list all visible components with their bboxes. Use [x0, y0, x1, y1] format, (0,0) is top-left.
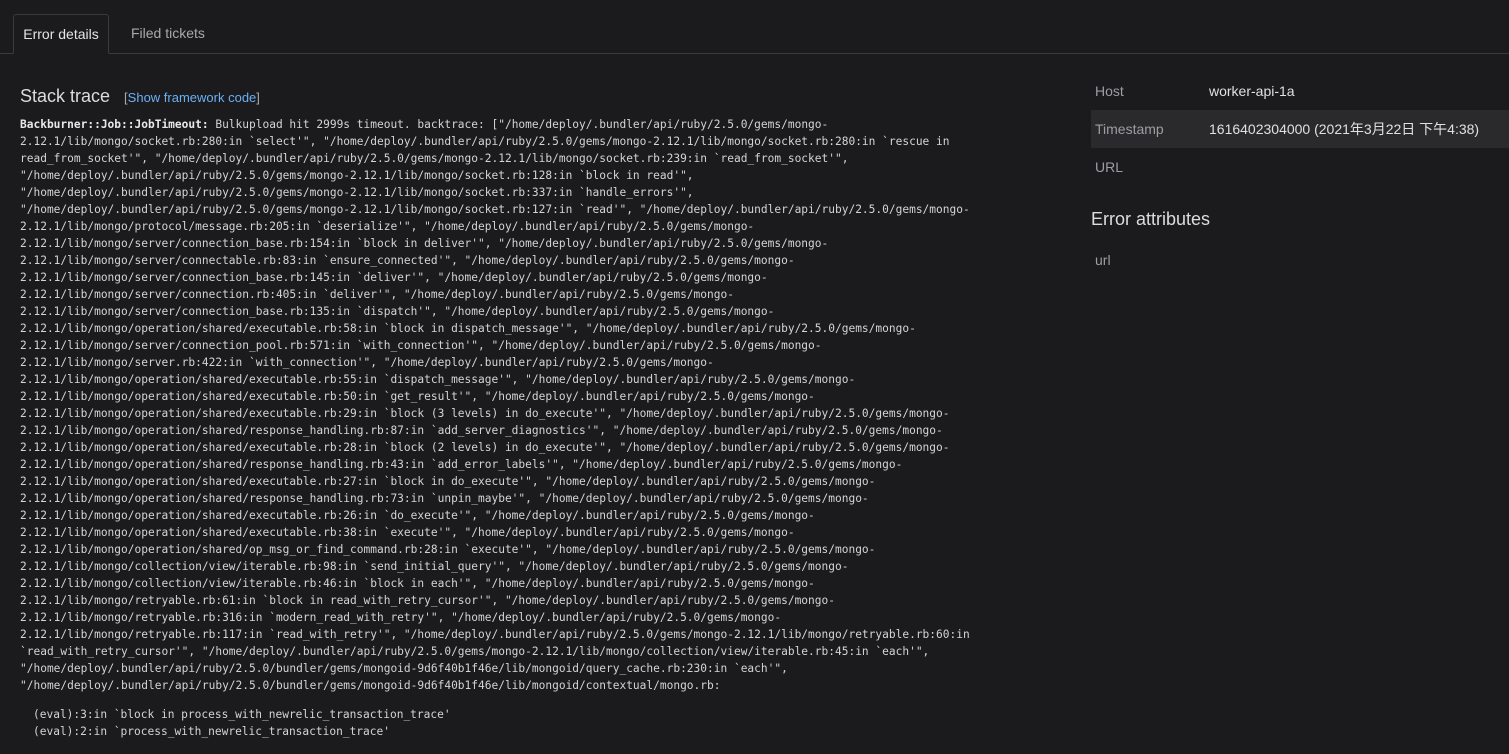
- trace-line: `read_with_retry_cursor'", "/home/deploy…: [20, 645, 930, 658]
- trace-line: 2.12.1/lib/mongo/server/connectable.rb:8…: [20, 254, 795, 267]
- trace-line: "/home/deploy/.bundler/api/ruby/2.5.0/bu…: [20, 662, 788, 675]
- show-framework-code-link[interactable]: Show framework code: [128, 90, 257, 105]
- detail-value: 1616402304000 (2021年3月22日 下午4:38): [1209, 121, 1480, 137]
- detail-key: Timestamp: [1095, 121, 1164, 137]
- trace-line: 2.12.1/lib/mongo/server/connection_base.…: [20, 305, 775, 318]
- trace-line: 2.12.1/lib/mongo/server/connection_base.…: [20, 271, 768, 284]
- stack-frame: (eval):3:in `block in process_with_newre…: [33, 708, 451, 721]
- trace-line: 2.12.1/lib/mongo/operation/shared/execut…: [20, 441, 950, 454]
- stack-trace-header: Stack trace [Show framework code]: [20, 86, 1070, 112]
- trace-line: 2.12.1/lib/mongo/server/connection_base.…: [20, 237, 829, 250]
- detail-key: URL: [1095, 159, 1124, 175]
- trace-line: 2.12.1/lib/mongo/socket.rb:280:in `selec…: [20, 135, 950, 148]
- stack-trace-text: Backburner::Job::JobTimeout: Bulkupload …: [20, 116, 1070, 694]
- trace-line: 2.12.1/lib/mongo/operation/shared/execut…: [20, 475, 876, 488]
- trace-line: 2.12.1/lib/mongo/operation/shared/execut…: [20, 509, 815, 522]
- detail-value: worker-api-1a: [1209, 83, 1295, 99]
- tab-bar: Error details Filed tickets: [0, 0, 1509, 54]
- stack-trace-title: Stack trace: [20, 86, 111, 106]
- trace-line: 2.12.1/lib/mongo/protocol/message.rb:205…: [20, 220, 755, 233]
- detail-row-host: Host worker-api-1a: [1091, 72, 1509, 110]
- tab-filed-tickets[interactable]: Filed tickets: [123, 14, 213, 53]
- framework-toggle: [Show framework code]: [124, 90, 260, 105]
- trace-line: 2.12.1/lib/mongo/operation/shared/execut…: [20, 373, 856, 386]
- trace-line: 2.12.1/lib/mongo/operation/shared/op_msg…: [20, 543, 876, 556]
- trace-line: 2.12.1/lib/mongo/retryable.rb:61:in `blo…: [20, 594, 835, 607]
- tab-error-details[interactable]: Error details: [13, 14, 109, 54]
- trace-line: 2.12.1/lib/mongo/retryable.rb:117:in `re…: [20, 628, 970, 641]
- trace-line: 2.12.1/lib/mongo/operation/shared/respon…: [20, 424, 943, 437]
- trace-line: 2.12.1/lib/mongo/operation/shared/execut…: [20, 407, 950, 420]
- trace-line: 2.12.1/lib/mongo/server.rb:422:in `with_…: [20, 356, 714, 369]
- error-attribute-row: url: [1091, 241, 1509, 279]
- details-panel: Host worker-api-1a Timestamp 16164023040…: [1091, 72, 1509, 279]
- trace-line: 2.12.1/lib/mongo/server/connection.rb:40…: [20, 288, 734, 301]
- trace-line: Backburner::Job::JobTimeout: Bulkupload …: [20, 116, 1070, 133]
- trace-line: 2.12.1/lib/mongo/retryable.rb:316:in `mo…: [20, 611, 782, 624]
- error-attribute-key: url: [1095, 252, 1111, 268]
- trace-line: 2.12.1/lib/mongo/server/connection_pool.…: [20, 339, 822, 352]
- trace-line: "/home/deploy/.bundler/api/ruby/2.5.0/ge…: [20, 186, 694, 199]
- trace-line: "/home/deploy/.bundler/api/ruby/2.5.0/bu…: [20, 679, 721, 692]
- trace-line: 2.12.1/lib/mongo/operation/shared/execut…: [20, 322, 916, 335]
- detail-row-timestamp: Timestamp 1616402304000 (2021年3月22日 下午4:…: [1091, 110, 1509, 148]
- stack-frame: (eval):2:in `process_with_newrelic_trans…: [33, 725, 390, 738]
- detail-row-url: URL: [1091, 148, 1509, 186]
- error-message: Bulkupload hit 2999s timeout. backtrace:…: [208, 118, 829, 131]
- trace-line: 2.12.1/lib/mongo/operation/shared/execut…: [20, 390, 815, 403]
- toggle-close-bracket: ]: [256, 90, 260, 105]
- trace-line: 2.12.1/lib/mongo/operation/shared/respon…: [20, 492, 869, 505]
- trace-line: 2.12.1/lib/mongo/operation/shared/execut…: [20, 526, 795, 539]
- trace-line: read_from_socket'", "/home/deploy/.bundl…: [20, 152, 849, 165]
- error-class: Backburner::Job::JobTimeout:: [20, 118, 209, 131]
- stack-trace-panel: Stack trace [Show framework code] Backbu…: [20, 86, 1070, 738]
- trace-line: 2.12.1/lib/mongo/operation/shared/respon…: [20, 458, 903, 471]
- trace-line: 2.12.1/lib/mongo/collection/view/iterabl…: [20, 577, 815, 590]
- stack-frames: (eval):3:in `block in process_with_newre…: [33, 706, 451, 740]
- trace-line: "/home/deploy/.bundler/api/ruby/2.5.0/ge…: [20, 203, 970, 216]
- detail-key: Host: [1095, 83, 1124, 99]
- error-attributes-title: Error attributes: [1091, 209, 1211, 229]
- trace-line: 2.12.1/lib/mongo/collection/view/iterabl…: [20, 560, 849, 573]
- trace-line: "/home/deploy/.bundler/api/ruby/2.5.0/ge…: [20, 169, 694, 182]
